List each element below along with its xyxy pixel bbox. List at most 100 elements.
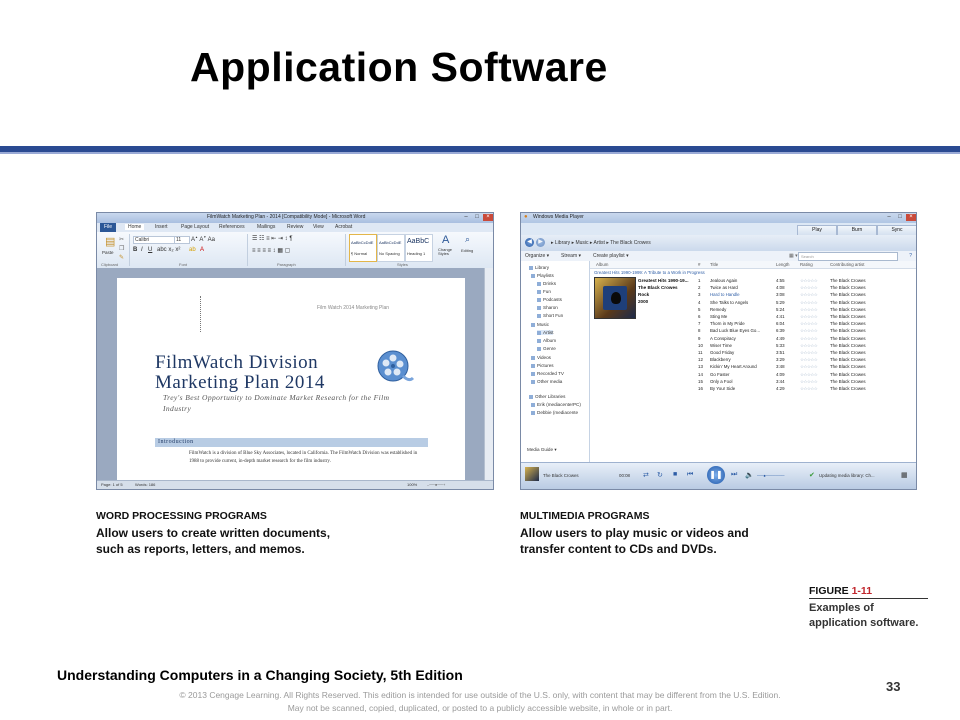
volume-icon[interactable]: 🔈 — [745, 471, 754, 479]
track-row[interactable]: 4 She Talks to Angels 5:29 ☆☆☆☆☆ The Black C… — [590, 299, 916, 306]
tab-page-layout[interactable]: Page Layout — [181, 224, 209, 230]
nav-playlist-item[interactable]: Short Fun — [537, 313, 563, 318]
font-size-box[interactable]: 11 — [174, 236, 190, 244]
previous-icon[interactable]: ⏮ — [687, 471, 693, 479]
back-icon[interactable]: ◀ — [525, 238, 534, 247]
track-row[interactable]: 6 Sting Me 4:41 ☆☆☆☆☆ The Black Crowes — [590, 313, 916, 320]
track-rating[interactable]: ☆☆☆☆☆ — [800, 363, 818, 370]
nav-library-share[interactable]: Debbie (mediacente — [531, 410, 578, 415]
column-album[interactable]: Album — [596, 262, 608, 267]
stop-icon[interactable]: ■ — [673, 471, 677, 478]
grow-font-icon[interactable]: A▲ A▼ Aa — [191, 235, 215, 243]
track-rating[interactable]: ☆☆☆☆☆ — [800, 320, 818, 327]
organize-menu[interactable]: Organize ▾ — [525, 253, 549, 259]
tab-home[interactable]: Home — [125, 224, 145, 230]
style-no-spacing[interactable]: AaBbCcDdE No Spacing — [377, 234, 405, 262]
track-rating[interactable]: ☆☆☆☆☆ — [800, 291, 818, 298]
bold-icon[interactable]: B — [133, 247, 137, 253]
minimize-icon[interactable]: – — [884, 214, 894, 221]
zoom-slider[interactable]: –──●──+ — [427, 482, 445, 487]
track-row[interactable]: 14 Go Faster 4:09 ☆☆☆☆☆ The Black Crowes — [590, 371, 916, 378]
track-rating[interactable]: ☆☆☆☆☆ — [800, 356, 818, 363]
repeat-icon[interactable]: ↻ — [657, 471, 663, 479]
close-icon[interactable]: × — [906, 214, 916, 221]
style-normal[interactable]: AaBbCcDdE ¶ Normal — [349, 234, 377, 262]
font-color-icon[interactable]: A — [200, 247, 204, 253]
track-rating[interactable]: ☆☆☆☆☆ — [800, 378, 818, 385]
vertical-scrollbar[interactable] — [484, 268, 493, 481]
bullets-icon[interactable]: ☰ ☷ ≡ ⇤ ⇥ ↕ ¶ — [252, 235, 293, 242]
editing-label[interactable]: Editing — [461, 248, 473, 253]
nav-videos[interactable]: Videos — [531, 355, 551, 360]
track-row[interactable]: 5 Remedy 5:24 ☆☆☆☆☆ The Black Crowes — [590, 306, 916, 313]
copy-icon[interactable]: ❐ — [119, 245, 124, 252]
album-heading[interactable]: Greatest Hits 1990-1999: A Tribute to a … — [594, 270, 705, 275]
column-number[interactable]: # — [698, 262, 700, 267]
close-icon[interactable]: × — [483, 214, 493, 221]
track-row[interactable]: 3 Hard to Handle 3:08 ☆☆☆☆☆ The Black Crowes — [590, 291, 916, 298]
format-painter-icon[interactable]: ✎ — [119, 254, 124, 261]
create-playlist-menu[interactable]: Create playlist ▾ — [593, 253, 629, 259]
paste-label[interactable]: Paste — [102, 250, 114, 255]
track-rating[interactable]: ☆☆☆☆☆ — [800, 299, 818, 306]
paste-icon[interactable]: ▤ — [105, 235, 115, 248]
nav-music[interactable]: Music — [531, 322, 549, 327]
cut-icon[interactable]: ✂ — [119, 236, 124, 243]
nav-artist[interactable]: Artist — [537, 330, 554, 335]
nav-library[interactable]: Library — [529, 265, 549, 270]
tab-view[interactable]: View — [313, 224, 324, 230]
track-rating[interactable]: ☆☆☆☆☆ — [800, 349, 818, 356]
column-rating[interactable]: Rating — [800, 262, 813, 267]
nav-playlist-item[interactable]: Drinks — [537, 281, 556, 286]
tab-review[interactable]: Review — [287, 224, 303, 230]
highlight-icon[interactable]: ab — [189, 247, 196, 253]
column-contributing-artist[interactable]: Contributing artist — [830, 262, 864, 267]
switch-to-now-playing-icon[interactable]: ▦ — [901, 471, 908, 479]
now-playing-thumbnail[interactable] — [525, 467, 539, 481]
track-rating[interactable]: ☆☆☆☆☆ — [800, 371, 818, 378]
word-page[interactable]: Film Watch 2014 Marketing Plan FilmWatch… — [117, 278, 465, 488]
find-icon[interactable]: ⌕ — [465, 234, 470, 245]
pause-button[interactable]: ❚❚ — [707, 466, 725, 484]
underline-icon[interactable]: U — [148, 247, 152, 253]
maximize-icon[interactable]: □ — [895, 214, 905, 221]
track-row[interactable]: 2 Twice as Hard 4:08 ☆☆☆☆☆ The Black Crowes — [590, 284, 916, 291]
nav-other-libraries[interactable]: Other Libraries — [529, 394, 565, 399]
column-length[interactable]: Length — [776, 262, 789, 267]
zoom-level[interactable]: 100% — [407, 482, 417, 487]
track-rating[interactable]: ☆☆☆☆☆ — [800, 342, 818, 349]
forward-icon[interactable]: ▶ — [536, 238, 545, 247]
track-rating[interactable]: ☆☆☆☆☆ — [800, 313, 818, 320]
font-name-box[interactable]: Calibri — [133, 236, 175, 244]
track-row[interactable]: 7 Thorn in My Pride 6:04 ☆☆☆☆☆ The Black Cro… — [590, 320, 916, 327]
volume-slider[interactable]: ──●────── — [757, 473, 785, 478]
breadcrumb[interactable]: ▸ Library ▸ Music ▸ Artist ▸ The Black C… — [551, 240, 651, 246]
track-rating[interactable]: ☆☆☆☆☆ — [800, 284, 818, 291]
track-row[interactable]: 13 Kickin' My Heart Around 3:48 ☆☆☆☆☆ The Bl… — [590, 363, 916, 370]
track-rating[interactable]: ☆☆☆☆☆ — [800, 335, 818, 342]
tab-insert[interactable]: Insert — [155, 224, 168, 230]
nav-recorded-tv[interactable]: Recorded TV — [531, 371, 564, 376]
nav-playlist-item[interactable]: Sharon — [537, 305, 558, 310]
track-rating[interactable]: ☆☆☆☆☆ — [800, 277, 818, 284]
minimize-icon[interactable]: – — [461, 214, 471, 221]
track-row[interactable]: 16 By Your Side 4:29 ☆☆☆☆☆ The Black Crowes — [590, 385, 916, 392]
style-heading-1[interactable]: AaBbC Heading 1 — [405, 234, 433, 262]
track-rating[interactable]: ☆☆☆☆☆ — [800, 385, 818, 392]
track-row[interactable]: 9 A Conspiracy 4:49 ☆☆☆☆☆ The Black Crowes — [590, 335, 916, 342]
change-styles-icon[interactable]: A — [442, 234, 449, 246]
search-input[interactable]: Search — [798, 252, 898, 261]
strikethrough-icon[interactable]: abc x₂ x² — [157, 247, 180, 253]
word-count[interactable]: Words: 186 — [135, 482, 155, 487]
nav-playlist-item[interactable]: Fun — [537, 289, 551, 294]
track-rating[interactable]: ☆☆☆☆☆ — [800, 306, 818, 313]
nav-genre[interactable]: Genre — [537, 346, 556, 351]
stream-menu[interactable]: Stream ▾ — [561, 253, 581, 259]
tab-file[interactable]: File — [100, 223, 116, 232]
nav-other-media[interactable]: Other media — [531, 379, 562, 384]
nav-album[interactable]: Album — [537, 338, 556, 343]
page-count[interactable]: Page: 1 of 5 — [101, 482, 123, 487]
align-icon[interactable]: ≡ ≡ ≡ ≡ ↕ ▦ ▢ — [252, 247, 290, 254]
maximize-icon[interactable]: □ — [472, 214, 482, 221]
track-row[interactable]: 15 Only a Fool 3:44 ☆☆☆☆☆ The Black Crowes — [590, 378, 916, 385]
